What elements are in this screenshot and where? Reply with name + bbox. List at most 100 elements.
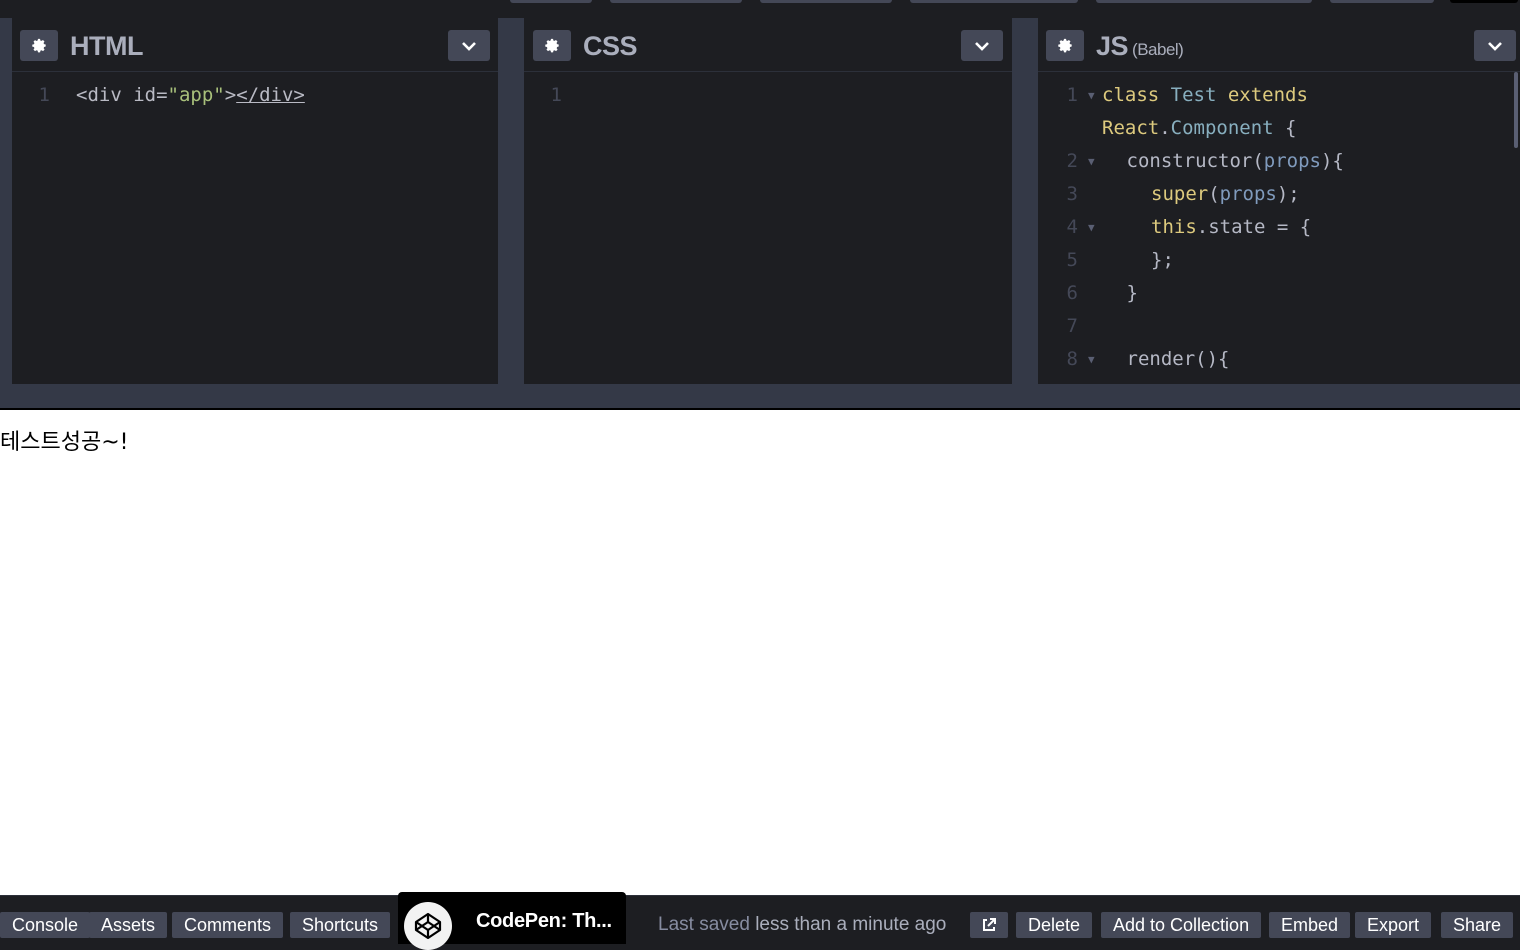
codepen-logo [404,902,452,950]
code-line[interactable]: 2 ▼ constructor(props){ [1038,145,1520,178]
code-token: } [1126,282,1138,304]
code-text: constructor(props){ [1127,145,1344,178]
code-token: this [1151,216,1197,238]
js-code-editor[interactable]: 1 ▼ class Test extends React.Component { 2 ▼ c… [1038,73,1520,384]
js-pane-title-text: JS [1096,31,1129,61]
toolbar-button-stub[interactable] [1450,0,1518,3]
console-button[interactable]: Console [0,912,91,938]
code-text: render(){ [1127,343,1230,376]
share-button[interactable]: Share [1441,912,1514,938]
code-token: extends [1227,84,1308,106]
fold-marker-icon[interactable]: ▼ [1088,211,1095,244]
code-token: React [1102,117,1160,139]
code-line[interactable]: 4 ▼ this.state = { [1038,211,1520,244]
line-number: 3 [1066,183,1078,205]
pane-resizer[interactable] [498,18,524,384]
code-line[interactable]: 5}; [1038,244,1520,277]
code-text: super(props); [1151,178,1300,211]
html-pane-header: HTML [12,18,498,72]
save-status-prefix: Last saved [658,914,750,935]
editor-area: HTML 1 <div id="app"></div> CSS 1 JS (Babe… [0,18,1520,384]
save-status: Last saved less than a minute ago [658,912,946,938]
js-pane-header: JS (Babel) [1038,18,1520,72]
code-line[interactable]: React.Component { [1038,112,1520,145]
css-pane-header: CSS [524,18,1012,72]
chevron-down-icon [1488,41,1502,51]
toolbar-button-stub[interactable] [1330,0,1434,3]
css-collapse-button[interactable] [961,30,1003,61]
code-text: }; [1151,244,1174,277]
code-line[interactable]: 3 super(props); [1038,178,1520,211]
line-number: 6 [1066,282,1078,304]
delete-button[interactable]: Delete [1016,912,1093,938]
toolbar-button-stub[interactable] [610,0,742,3]
code-line[interactable]: 1 [524,79,1012,112]
css-settings-button[interactable] [533,30,571,61]
chevron-down-icon [462,41,476,51]
assets-button[interactable]: Assets [89,912,168,938]
code-token: <div [76,84,134,106]
fold-marker-icon[interactable]: ▼ [1088,145,1095,178]
pane-resizer[interactable] [0,18,12,384]
line-number: 1 [38,84,50,106]
top-toolbar-edge [0,0,1520,18]
code-line[interactable]: 7 [1038,310,1520,343]
code-token: constructor( [1126,150,1264,172]
export-button[interactable]: Export [1355,912,1432,938]
line-number: 2 [1066,150,1078,172]
add-to-collection-button[interactable]: Add to Collection [1101,912,1262,938]
code-token: Component [1170,117,1274,139]
code-token: "app" [167,84,225,106]
code-line[interactable]: 6} [1038,277,1520,310]
chevron-down-icon [975,41,989,51]
gear-icon [544,38,559,53]
code-text: React.Component { [1102,112,1297,145]
pen-tab[interactable]: CodePen: Th... [398,892,626,950]
code-line[interactable]: 1 <div id="app"></div> [12,79,498,112]
html-settings-button[interactable] [20,30,58,61]
html-collapse-button[interactable] [448,30,490,61]
js-preprocessor-label: (Babel) [1132,40,1184,59]
fold-marker-icon[interactable]: ▼ [1088,343,1095,376]
gear-icon [31,38,46,53]
code-line[interactable]: 1 ▼ class Test extends [1038,79,1520,112]
code-token: Test [1170,84,1228,106]
js-collapse-button[interactable] [1474,30,1516,61]
code-token: super [1151,183,1209,205]
save-status-time: less than a minute ago [755,914,947,935]
code-text: <div id="app"></div> [76,79,305,112]
comments-button[interactable]: Comments [172,912,284,938]
embed-button[interactable]: Embed [1269,912,1351,938]
code-token: </div> [236,84,305,106]
code-token: props [1263,150,1321,172]
line-number: 1 [550,84,562,106]
line-number: 7 [1066,315,1078,337]
pane-resizer[interactable] [1012,18,1038,384]
code-line[interactable]: 8 ▼ render(){ [1038,343,1520,376]
line-number: 8 [1066,348,1078,370]
js-editor-scrollbar[interactable] [1514,72,1518,148]
css-code-editor[interactable]: 1 [524,73,1012,384]
code-token: .state = { [1196,216,1312,238]
code-token: render(){ [1126,348,1230,370]
toolbar-button-stub[interactable] [1096,0,1312,3]
code-text: this.state = { [1151,211,1311,244]
fold-marker-icon[interactable]: ▼ [1088,79,1095,112]
html-pane-title: HTML [70,31,143,61]
js-settings-button[interactable] [1046,30,1084,61]
line-number: 5 [1066,249,1078,271]
js-editor-pane: JS (Babel) 1 ▼ class Test extends React.Comp… [1038,18,1520,384]
toolbar-button-stub[interactable] [760,0,892,3]
toolbar-button-stub[interactable] [510,0,592,3]
code-token: ); [1276,183,1300,205]
code-token: id= [133,84,168,106]
codepen-logo-icon [414,912,442,940]
pen-title: CodePen: Th... [476,910,612,932]
shortcuts-button[interactable]: Shortcuts [290,912,391,938]
popout-button[interactable] [970,912,1008,938]
preview-resizer[interactable] [0,384,1520,410]
html-code-editor[interactable]: 1 <div id="app"></div> [12,73,498,384]
toolbar-button-stub[interactable] [910,0,1078,3]
code-token: ( [1208,183,1220,205]
code-token: > [224,84,237,106]
